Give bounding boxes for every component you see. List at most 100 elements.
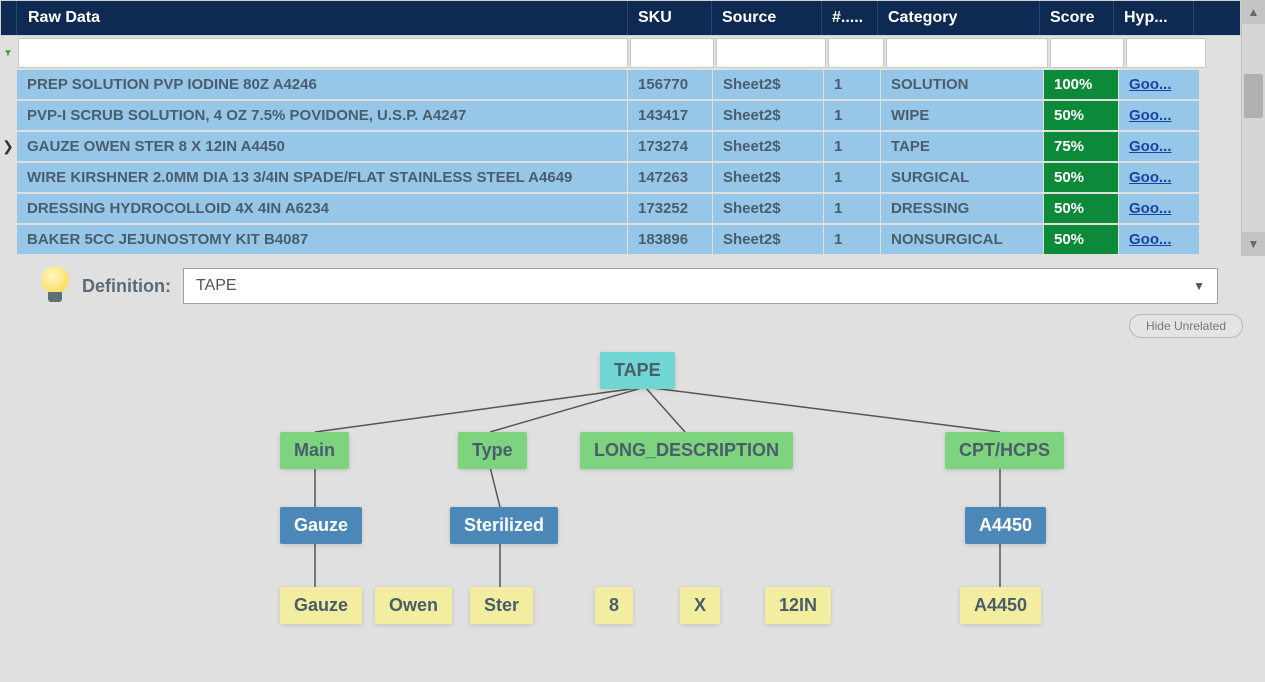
cell-sku[interactable]: 156770 — [628, 70, 712, 99]
cell-category[interactable]: WIPE — [881, 101, 1043, 130]
cell-hyperlink[interactable]: Goo... — [1119, 101, 1199, 130]
tree-attr-main[interactable]: Main — [280, 432, 349, 469]
cell-raw[interactable]: GAUZE OWEN STER 8 X 12IN A4450 — [17, 132, 627, 161]
cell-raw[interactable]: DRESSING HYDROCOLLOID 4X 4IN A6234 — [17, 194, 627, 223]
cell-score[interactable]: 50% — [1044, 225, 1118, 254]
hide-unrelated-button[interactable]: Hide Unrelated — [1129, 314, 1243, 338]
tree-root[interactable]: TAPE — [600, 352, 675, 389]
scroll-track[interactable] — [1242, 24, 1265, 232]
tree-token[interactable]: Gauze — [280, 587, 362, 624]
hyperlink[interactable]: Goo... — [1129, 200, 1172, 217]
cell-raw[interactable]: WIRE KIRSHNER 2.0MM DIA 13 3/4IN SPADE/F… — [17, 163, 627, 192]
cell-source[interactable]: Sheet2$ — [713, 132, 823, 161]
cell-hyperlink[interactable]: Goo... — [1119, 132, 1199, 161]
tree-token[interactable]: Owen — [375, 587, 452, 624]
lightbulb-icon — [40, 266, 70, 306]
cell-score[interactable]: 100% — [1044, 70, 1118, 99]
cell-sku[interactable]: 183896 — [628, 225, 712, 254]
row-indicator[interactable] — [0, 70, 16, 99]
hyperlink[interactable]: Goo... — [1129, 107, 1172, 124]
cell-count[interactable]: 1 — [824, 132, 880, 161]
cell-score[interactable]: 50% — [1044, 194, 1118, 223]
tree-attr-cpt[interactable]: CPT/HCPS — [945, 432, 1064, 469]
col-header-count[interactable]: #..... — [822, 1, 878, 35]
cell-raw[interactable]: PVP-I SCRUB SOLUTION, 4 OZ 7.5% POVIDONE… — [17, 101, 627, 130]
filter-score[interactable] — [1050, 38, 1124, 68]
cell-count[interactable]: 1 — [824, 101, 880, 130]
table-row[interactable]: PVP-I SCRUB SOLUTION, 4 OZ 7.5% POVIDONE… — [0, 101, 1241, 130]
cell-category[interactable]: DRESSING — [881, 194, 1043, 223]
filter-icon[interactable] — [0, 36, 16, 70]
tree-attr-type[interactable]: Type — [458, 432, 527, 469]
filter-sku[interactable] — [630, 38, 714, 68]
table-row[interactable]: BAKER 5CC JEJUNOSTOMY KIT B4087183896She… — [0, 225, 1241, 254]
cell-sku[interactable]: 173274 — [628, 132, 712, 161]
definition-select[interactable]: TAPE ▼ — [183, 268, 1218, 304]
cell-count[interactable]: 1 — [824, 225, 880, 254]
scroll-thumb[interactable] — [1244, 74, 1263, 118]
cell-source[interactable]: Sheet2$ — [713, 194, 823, 223]
filter-hyp[interactable] — [1126, 38, 1206, 68]
table-row[interactable]: DRESSING HYDROCOLLOID 4X 4IN A6234173252… — [0, 194, 1241, 223]
cell-sku[interactable]: 147263 — [628, 163, 712, 192]
vertical-scrollbar[interactable]: ▲ ▼ — [1241, 0, 1265, 256]
tree-token[interactable]: X — [680, 587, 720, 624]
scroll-down-button[interactable]: ▼ — [1242, 232, 1265, 256]
col-header-raw[interactable]: Raw Data — [18, 1, 628, 35]
cell-source[interactable]: Sheet2$ — [713, 101, 823, 130]
hyperlink[interactable]: Goo... — [1129, 169, 1172, 186]
filter-source[interactable] — [716, 38, 826, 68]
tree-token[interactable]: Ster — [470, 587, 533, 624]
tree-token[interactable]: 8 — [595, 587, 633, 624]
cell-score[interactable]: 75% — [1044, 132, 1118, 161]
col-header-score[interactable]: Score — [1040, 1, 1114, 35]
filter-count[interactable] — [828, 38, 884, 68]
hyperlink[interactable]: Goo... — [1129, 76, 1172, 93]
table-row[interactable]: WIRE KIRSHNER 2.0MM DIA 13 3/4IN SPADE/F… — [0, 163, 1241, 192]
cell-raw[interactable]: PREP SOLUTION PVP IODINE 80Z A4246 — [17, 70, 627, 99]
cell-score[interactable]: 50% — [1044, 163, 1118, 192]
tree-token[interactable]: 12IN — [765, 587, 831, 624]
tree-val-type[interactable]: Sterilized — [450, 507, 558, 544]
cell-hyperlink[interactable]: Goo... — [1119, 70, 1199, 99]
table-row[interactable]: ❯GAUZE OWEN STER 8 X 12IN A4450173274She… — [0, 132, 1241, 161]
row-indicator[interactable] — [0, 194, 16, 223]
table-row[interactable]: PREP SOLUTION PVP IODINE 80Z A4246156770… — [0, 70, 1241, 99]
cell-source[interactable]: Sheet2$ — [713, 70, 823, 99]
tree-attr-long[interactable]: LONG_DESCRIPTION — [580, 432, 793, 469]
cell-category[interactable]: SOLUTION — [881, 70, 1043, 99]
cell-count[interactable]: 1 — [824, 194, 880, 223]
col-header-category[interactable]: Category — [878, 1, 1040, 35]
cell-category[interactable]: TAPE — [881, 132, 1043, 161]
cell-hyperlink[interactable]: Goo... — [1119, 225, 1199, 254]
row-indicator[interactable] — [0, 163, 16, 192]
cell-sku[interactable]: 143417 — [628, 101, 712, 130]
col-header-source[interactable]: Source — [712, 1, 822, 35]
cell-score[interactable]: 50% — [1044, 101, 1118, 130]
row-selector-header[interactable] — [1, 1, 17, 35]
row-indicator[interactable]: ❯ — [0, 132, 16, 161]
cell-category[interactable]: NONSURGICAL — [881, 225, 1043, 254]
col-header-hyp[interactable]: Hyp... — [1114, 1, 1194, 35]
chevron-down-icon: ▼ — [1193, 279, 1205, 293]
hyperlink[interactable]: Goo... — [1129, 138, 1172, 155]
filter-raw[interactable] — [18, 38, 628, 68]
hyperlink[interactable]: Goo... — [1129, 231, 1172, 248]
row-indicator[interactable] — [0, 225, 16, 254]
cell-hyperlink[interactable]: Goo... — [1119, 194, 1199, 223]
scroll-up-button[interactable]: ▲ — [1242, 0, 1265, 24]
filter-category[interactable] — [886, 38, 1048, 68]
tree-val-cpt[interactable]: A4450 — [965, 507, 1046, 544]
cell-source[interactable]: Sheet2$ — [713, 225, 823, 254]
row-indicator[interactable] — [0, 101, 16, 130]
cell-count[interactable]: 1 — [824, 70, 880, 99]
col-header-sku[interactable]: SKU — [628, 1, 712, 35]
cell-hyperlink[interactable]: Goo... — [1119, 163, 1199, 192]
cell-count[interactable]: 1 — [824, 163, 880, 192]
cell-raw[interactable]: BAKER 5CC JEJUNOSTOMY KIT B4087 — [17, 225, 627, 254]
tree-val-main[interactable]: Gauze — [280, 507, 362, 544]
cell-sku[interactable]: 173252 — [628, 194, 712, 223]
cell-source[interactable]: Sheet2$ — [713, 163, 823, 192]
cell-category[interactable]: SURGICAL — [881, 163, 1043, 192]
tree-token[interactable]: A4450 — [960, 587, 1041, 624]
